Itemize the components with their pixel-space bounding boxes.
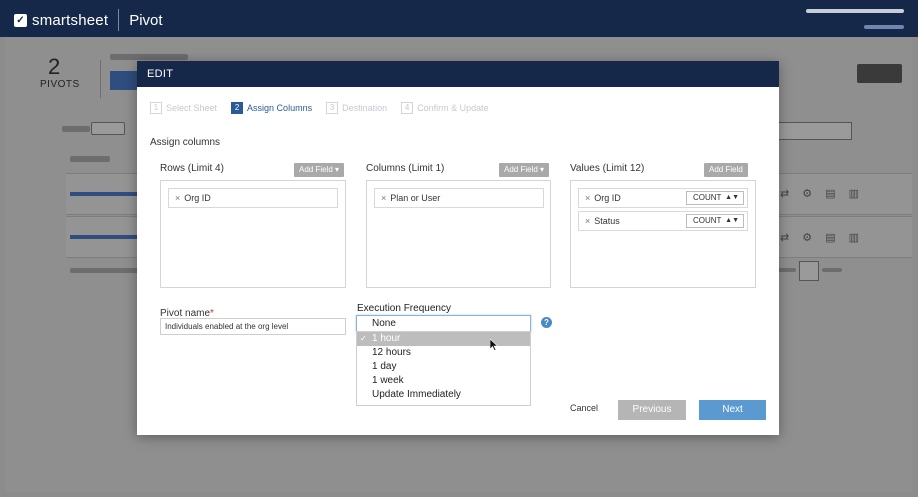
logo-divider xyxy=(118,9,120,31)
aggregation-value: COUNT xyxy=(693,216,722,225)
values-field-chip[interactable]: × Org ID COUNT ▲▼ xyxy=(578,188,748,208)
search-input[interactable] xyxy=(770,122,852,140)
step-label: Confirm & Update xyxy=(417,103,489,113)
remove-icon[interactable]: × xyxy=(175,193,180,203)
columns-drop-zone[interactable]: × Plan or User xyxy=(366,180,551,288)
rows-field-chip[interactable]: × Org ID xyxy=(168,188,338,208)
aggregation-select[interactable]: COUNT ▲▼ xyxy=(686,214,744,228)
field-name: Status xyxy=(594,216,620,226)
rows-add-field-button[interactable]: Add Field ▾ xyxy=(294,163,345,177)
row-link[interactable] xyxy=(70,192,138,196)
placeholder-bar xyxy=(70,268,138,273)
field-name: Org ID xyxy=(594,193,621,203)
step-label: Assign Columns xyxy=(247,103,313,113)
step-number: 4 xyxy=(401,102,414,114)
filter-box[interactable] xyxy=(91,122,125,135)
frequency-option[interactable]: ✓ 1 hour xyxy=(357,332,530,346)
pivot-count-label: PIVOTS xyxy=(40,79,80,90)
columns-add-field-button[interactable]: Add Field ▾ xyxy=(499,163,550,177)
top-bar: ✓ smartsheet Pivot xyxy=(0,0,918,37)
step-label: Destination xyxy=(342,103,388,113)
select-arrows-icon: ▲▼ xyxy=(725,217,739,224)
modal-title: EDIT xyxy=(137,61,779,87)
frequency-option[interactable]: 12 hours xyxy=(357,346,530,360)
option-label: 1 hour xyxy=(372,333,401,344)
step-number: 3 xyxy=(326,102,339,114)
pagination-box[interactable] xyxy=(799,261,819,281)
logo-text: smartsheet xyxy=(32,11,109,29)
frequency-option[interactable]: Update Immediately xyxy=(357,388,530,402)
step-select-sheet[interactable]: 1 Select Sheet xyxy=(150,102,217,114)
help-icon[interactable]: ? xyxy=(541,317,552,328)
step-destination[interactable]: 3 Destination xyxy=(326,102,387,114)
create-pivot-button[interactable] xyxy=(110,71,138,90)
values-label: Values (Limit 12) xyxy=(570,163,645,174)
aggregation-value: COUNT xyxy=(693,193,722,202)
cancel-button[interactable]: Cancel xyxy=(570,403,598,413)
rows-label: Rows (Limit 4) xyxy=(160,163,224,174)
header-divider xyxy=(100,60,101,98)
values-add-field-button[interactable]: Add Field xyxy=(704,163,748,177)
pivot-name-input[interactable]: Individuals enabled at the org level xyxy=(160,318,346,335)
field-name: Plan or User xyxy=(390,193,441,203)
remove-icon[interactable]: × xyxy=(585,216,590,226)
step-label: Select Sheet xyxy=(166,103,218,113)
rows-drop-zone[interactable]: × Org ID xyxy=(160,180,346,288)
field-name: Org ID xyxy=(184,193,211,203)
execution-frequency-options: ✓ 1 hour 12 hours 1 day 1 week Update Imm… xyxy=(356,331,531,406)
values-drop-zone[interactable]: × Org ID COUNT ▲▼ × Status COUNT ▲▼ xyxy=(570,180,756,288)
step-confirm-update[interactable]: 4 Confirm & Update xyxy=(401,102,489,114)
app-logo[interactable]: ✓ smartsheet Pivot xyxy=(14,9,163,31)
wizard-steps: 1 Select Sheet 2 Assign Columns 3 Destin… xyxy=(150,102,503,114)
columns-field-chip[interactable]: × Plan or User xyxy=(374,188,544,208)
aggregation-select[interactable]: COUNT ▲▼ xyxy=(686,191,744,205)
frequency-option[interactable]: 1 day xyxy=(357,360,530,374)
step-assign-columns[interactable]: 2 Assign Columns xyxy=(231,102,312,114)
previous-button[interactable]: Previous xyxy=(618,400,686,420)
row-action-icons[interactable]: ⇄ ⚙ ▤ ▥ xyxy=(780,187,864,200)
remove-icon[interactable]: × xyxy=(381,193,386,203)
remove-icon[interactable]: × xyxy=(585,193,590,203)
step-number: 1 xyxy=(150,102,162,114)
placeholder-bar xyxy=(822,268,842,272)
values-field-chip[interactable]: × Status COUNT ▲▼ xyxy=(578,211,748,231)
step-number: 2 xyxy=(231,102,244,114)
background-action-button[interactable] xyxy=(857,64,902,83)
frequency-option[interactable]: 1 week xyxy=(357,374,530,388)
row-link[interactable] xyxy=(70,235,138,239)
next-button[interactable]: Next xyxy=(699,400,766,420)
placeholder-bar xyxy=(776,268,796,272)
app-name: Pivot xyxy=(129,11,163,29)
smartsheet-logo-icon: ✓ xyxy=(14,13,27,27)
placeholder-bar xyxy=(62,126,90,132)
check-icon: ✓ xyxy=(360,334,367,343)
placeholder-bar xyxy=(70,156,110,162)
placeholder-bar xyxy=(110,54,188,60)
select-arrows-icon: ▲▼ xyxy=(725,194,739,201)
assign-columns-heading: Assign columns xyxy=(150,137,221,148)
account-placeholder[interactable] xyxy=(864,25,904,29)
mouse-cursor-icon xyxy=(490,339,498,351)
execution-frequency-label: Execution Frequency xyxy=(357,303,451,314)
row-action-icons[interactable]: ⇄ ⚙ ▤ ▥ xyxy=(780,231,864,244)
pivot-count: 2 xyxy=(48,54,61,79)
edit-modal: EDIT 1 Select Sheet 2 Assign Columns 3 D… xyxy=(137,61,779,435)
columns-label: Columns (Limit 1) xyxy=(366,163,445,174)
user-menu-placeholder[interactable] xyxy=(806,9,904,13)
